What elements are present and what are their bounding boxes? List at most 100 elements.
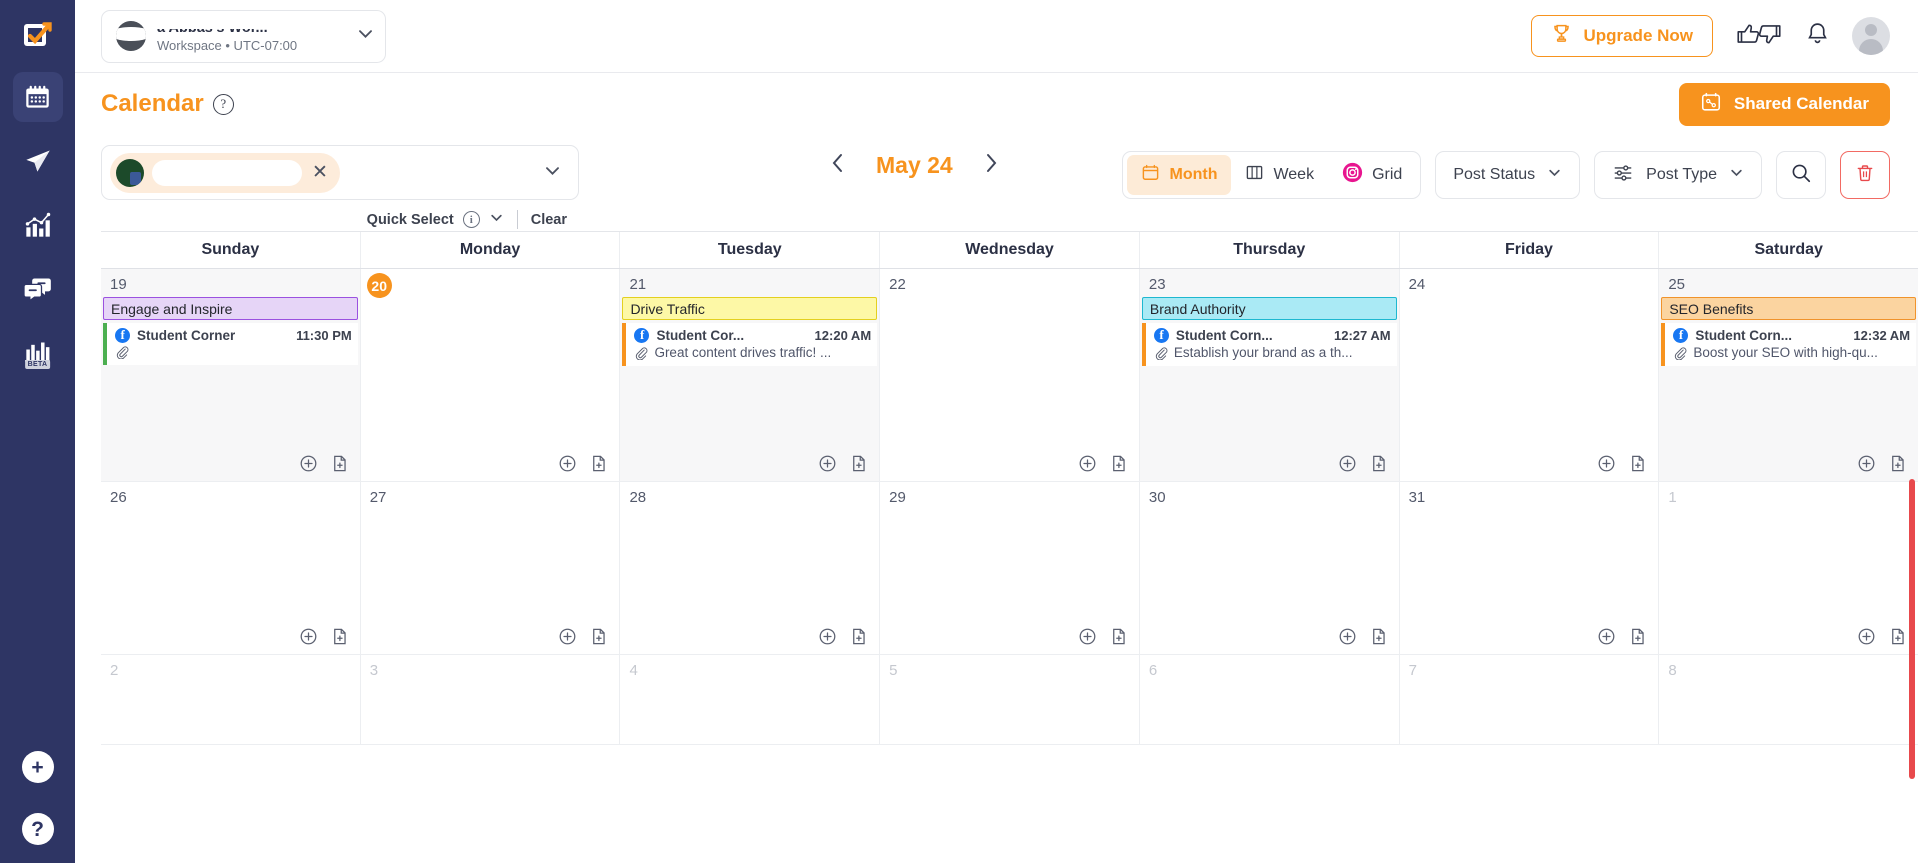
plus-circle-icon[interactable]	[1857, 627, 1876, 646]
post-card[interactable]: Student Cor... 12:20 AM Great content driv…	[622, 323, 878, 366]
file-plus-icon[interactable]	[1628, 454, 1647, 473]
day-number: 26	[110, 489, 127, 506]
shared-calendar-label: Shared Calendar	[1733, 94, 1869, 113]
campaign-label[interactable]: Engage and Inspire	[103, 297, 358, 320]
file-plus-icon[interactable]	[1109, 454, 1128, 473]
profile-selector[interactable]: ✕	[101, 145, 579, 200]
close-icon[interactable]: ✕	[310, 163, 330, 182]
calendar-day-cell[interactable]: 5	[880, 655, 1140, 745]
plus-circle-icon[interactable]	[1597, 627, 1616, 646]
app-logo[interactable]	[15, 12, 61, 58]
file-plus-icon[interactable]	[1888, 627, 1907, 646]
plus-circle-icon[interactable]	[818, 454, 837, 473]
calendar-day-cell[interactable]: 4	[620, 655, 881, 745]
chevron-down-icon[interactable]	[489, 210, 504, 229]
post-account-name: Student Cor...	[656, 328, 745, 343]
plus-circle-icon[interactable]	[1078, 454, 1097, 473]
search-button[interactable]	[1776, 151, 1826, 199]
post-status-dropdown[interactable]: Post Status	[1435, 151, 1581, 199]
notifications-bell-button[interactable]	[1805, 21, 1830, 51]
calendar-day-cell[interactable]: 3	[360, 655, 621, 745]
calendar-day-cell[interactable]: 30	[1139, 482, 1400, 655]
calendar-day-cell[interactable]: 26	[101, 482, 361, 655]
post-card[interactable]: Student Corn... 12:32 AM Boost your SEO wi…	[1661, 323, 1917, 366]
sidebar-item-analytics[interactable]	[13, 200, 63, 250]
calendar-day-cell[interactable]: 6	[1139, 655, 1400, 745]
plus-circle-icon[interactable]	[818, 627, 837, 646]
calendar-day-cell[interactable]: 25 SEO Benefits Student Corn... 12:32 AM Boo…	[1659, 269, 1918, 482]
calendar-day-cell[interactable]: 24	[1399, 269, 1660, 482]
day-number: 8	[1668, 662, 1677, 679]
calendar-scrollbar[interactable]	[1909, 479, 1915, 779]
left-sidebar: BETA + ?	[0, 0, 75, 863]
day-number-today: 20	[366, 273, 392, 298]
calendar-day-cell[interactable]: 29	[880, 482, 1140, 655]
calendar-day-cell[interactable]: 8	[1659, 655, 1918, 745]
plus-circle-icon[interactable]	[299, 627, 318, 646]
info-icon[interactable]: i	[462, 211, 480, 228]
quick-select-label[interactable]: Quick Select	[367, 212, 454, 228]
help-button[interactable]: ?	[21, 813, 54, 845]
file-plus-icon[interactable]	[1369, 454, 1388, 473]
sidebar-item-publish[interactable]	[13, 136, 63, 186]
plus-circle-icon[interactable]	[1078, 627, 1097, 646]
chevron-right-icon[interactable]	[983, 152, 999, 179]
sidebar-item-reports[interactable]: BETA	[13, 328, 63, 378]
plus-circle-icon[interactable]	[558, 627, 577, 646]
calendar-day-cell[interactable]: 22	[880, 269, 1140, 482]
view-mode-grid[interactable]: Grid	[1328, 155, 1416, 195]
file-plus-icon[interactable]	[849, 454, 868, 473]
delete-button[interactable]	[1840, 151, 1890, 199]
plus-circle-icon[interactable]	[1857, 454, 1876, 473]
calendar-day-cell[interactable]: 19 Engage and Inspire Student Corner 11:30 …	[101, 269, 361, 482]
post-preview-text: Great content drives traffic! ...	[654, 345, 832, 360]
file-plus-icon[interactable]	[1369, 627, 1388, 646]
file-plus-icon[interactable]	[330, 454, 349, 473]
view-mode-week[interactable]: Week	[1231, 155, 1328, 195]
post-type-dropdown[interactable]: Post Type	[1594, 151, 1762, 199]
file-plus-icon[interactable]	[1628, 627, 1647, 646]
file-plus-icon[interactable]	[589, 627, 608, 646]
user-avatar[interactable]	[1852, 17, 1890, 55]
feedback-thumbs[interactable]	[1735, 21, 1783, 52]
campaign-label[interactable]: Brand Authority	[1141, 297, 1397, 320]
chevron-left-icon[interactable]	[830, 152, 846, 179]
calendar-day-cell[interactable]: 20	[360, 269, 621, 482]
calendar-day-cell[interactable]: 31	[1399, 482, 1660, 655]
chevron-down-icon[interactable]	[543, 161, 570, 185]
calendar-day-cell[interactable]: 7	[1399, 655, 1660, 745]
post-card[interactable]: Student Corn... 12:27 AM Establish your br…	[1141, 323, 1397, 366]
post-card[interactable]: Student Corner 11:30 PM	[103, 323, 358, 365]
plus-circle-icon[interactable]	[1338, 627, 1357, 646]
app-root: BETA + ? a Abbas's Wor... Workspace • UT…	[0, 0, 1918, 863]
campaign-label[interactable]: SEO Benefits	[1661, 297, 1917, 320]
plus-circle-icon[interactable]	[299, 454, 318, 473]
thumbs-down-icon[interactable]	[1757, 21, 1783, 52]
shared-calendar-button[interactable]: Shared Calendar	[1678, 82, 1890, 126]
upgrade-now-button[interactable]: Upgrade Now	[1531, 15, 1713, 57]
plus-circle-icon[interactable]	[558, 454, 577, 473]
sidebar-item-engage[interactable]	[13, 264, 63, 314]
day-number: 7	[1408, 662, 1417, 679]
calendar-day-cell[interactable]: 1	[1659, 482, 1918, 655]
calendar-day-cell[interactable]: 28	[620, 482, 881, 655]
file-plus-icon[interactable]	[330, 627, 349, 646]
calendar-day-cell[interactable]: 21 Drive Traffic Student Cor... 12:20 AM Gre…	[620, 269, 881, 482]
campaign-label[interactable]: Drive Traffic	[622, 297, 878, 320]
clear-button[interactable]: Clear	[531, 212, 567, 228]
calendar-day-cell[interactable]: 27	[360, 482, 621, 655]
plus-circle-icon[interactable]	[1597, 454, 1616, 473]
workspace-selector[interactable]: a Abbas's Wor... Workspace • UTC-07:00	[101, 9, 386, 63]
file-plus-icon[interactable]	[589, 454, 608, 473]
file-plus-icon[interactable]	[849, 627, 868, 646]
calendar-day-cell[interactable]: 23 Brand Authority Student Corn... 12:27 AM…	[1139, 269, 1400, 482]
file-plus-icon[interactable]	[1109, 627, 1128, 646]
chevron-down-icon	[356, 24, 375, 48]
plus-circle-icon[interactable]	[1338, 454, 1357, 473]
question-circle-icon[interactable]: ?	[212, 93, 234, 115]
file-plus-icon[interactable]	[1888, 454, 1907, 473]
add-button[interactable]: +	[21, 751, 54, 783]
sidebar-item-calendar[interactable]	[12, 72, 63, 122]
calendar-day-cell[interactable]: 2	[101, 655, 361, 745]
view-mode-month[interactable]: Month	[1127, 155, 1232, 195]
